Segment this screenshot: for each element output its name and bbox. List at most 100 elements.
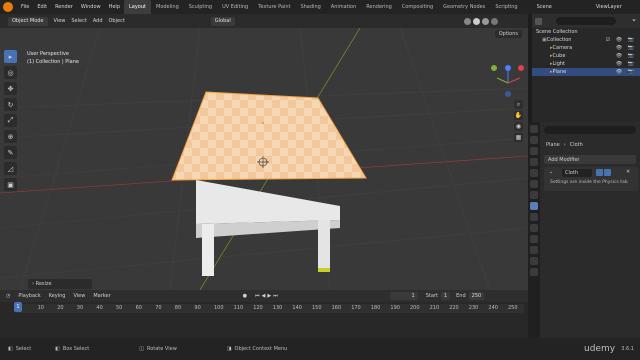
tab-sculpting[interactable]: Sculpting: [184, 0, 217, 14]
material-tab-icon[interactable]: [530, 257, 538, 265]
show-viewport-icon[interactable]: [596, 169, 603, 176]
move-tool-icon[interactable]: ✥: [4, 82, 17, 95]
display-mode-icon[interactable]: [535, 17, 542, 25]
visibility-icons[interactable]: 👁 📷: [616, 61, 636, 67]
view-menu-timeline[interactable]: View: [73, 293, 85, 299]
measure-tool-icon[interactable]: ◿: [4, 162, 17, 175]
scene-tab-icon[interactable]: [530, 169, 538, 177]
record-icon[interactable]: ●: [243, 293, 247, 299]
frame-ruler[interactable]: 1102030405060708090100110120130140150160…: [14, 304, 524, 313]
close-icon[interactable]: ✕: [626, 169, 630, 175]
tool-tab-icon[interactable]: [530, 125, 538, 133]
tab-shading[interactable]: Shading: [295, 0, 325, 14]
texture-tab-icon[interactable]: [530, 268, 538, 276]
material-shading-icon[interactable]: [482, 17, 489, 25]
menu-render[interactable]: Render: [51, 0, 77, 14]
tab-modeling[interactable]: Modeling: [151, 0, 184, 14]
transform-tool-icon[interactable]: ⊕: [4, 130, 17, 143]
frame-tick: 170: [351, 305, 361, 311]
tab-layout[interactable]: Layout: [124, 0, 151, 14]
marker-menu[interactable]: Marker: [93, 293, 110, 299]
tab-scripting[interactable]: Scripting: [490, 0, 522, 14]
playback-menu[interactable]: Playback: [18, 293, 40, 299]
render-tab-icon[interactable]: [530, 136, 538, 144]
menu-window[interactable]: Window: [77, 0, 105, 14]
rotate-tool-icon[interactable]: ↻: [4, 98, 17, 111]
orientation-dropdown[interactable]: Global: [210, 16, 235, 26]
end-frame-field[interactable]: 250: [468, 292, 485, 300]
view-layer-selector[interactable]: ViewLayer: [592, 0, 626, 14]
zoom-icon[interactable]: ⌕: [514, 100, 523, 109]
add-cube-tool-icon[interactable]: ▣: [4, 178, 17, 191]
object-menu[interactable]: Object: [109, 18, 125, 24]
frame-tick: 50: [116, 305, 123, 311]
wireframe-shading-icon[interactable]: [464, 17, 471, 25]
outliner-search[interactable]: [556, 17, 616, 25]
outliner-item-plane[interactable]: ▸ Plane 👁 📷: [532, 68, 640, 76]
tab-animation[interactable]: Animation: [326, 0, 362, 14]
particles-tab-icon[interactable]: [530, 213, 538, 221]
output-tab-icon[interactable]: [530, 147, 538, 155]
playhead[interactable]: 1: [14, 302, 22, 312]
pan-hand-icon[interactable]: ✋: [514, 111, 523, 120]
frame-tick: 120: [253, 305, 263, 311]
playback-controls[interactable]: ⏮◀▶⏭: [255, 293, 280, 299]
tab-texture-paint[interactable]: Texture Paint: [253, 0, 295, 14]
menu-edit[interactable]: Edit: [33, 0, 51, 14]
tab-rendering[interactable]: Rendering: [361, 0, 397, 14]
cursor-tool-icon[interactable]: ◎: [4, 66, 17, 79]
outliner-item-cube[interactable]: ▸ Cube 👁 📷: [532, 52, 640, 60]
camera-view-icon[interactable]: ◉: [514, 122, 523, 131]
select-menu[interactable]: Select: [71, 18, 86, 24]
properties-search[interactable]: [544, 126, 636, 134]
tab-geometry-nodes[interactable]: Geometry Nodes: [438, 0, 490, 14]
outliner-item-light[interactable]: ▸ Light 👁 📷: [532, 60, 640, 68]
blender-logo-icon[interactable]: [3, 2, 13, 12]
3d-viewport[interactable]: ▸ ◎ ✥ ↻ ⤢ ⊕ ✎ ◿ ▣ User Perspective (1) C…: [0, 28, 528, 290]
mode-dropdown[interactable]: Object Mode: [8, 16, 48, 26]
rendered-shading-icon[interactable]: [491, 17, 498, 25]
breadcrumb-object: Plane: [546, 142, 560, 148]
perspective-toggle-icon[interactable]: ▦: [514, 133, 523, 142]
add-modifier-button[interactable]: Add Modifier: [544, 155, 636, 164]
data-tab-icon[interactable]: [530, 246, 538, 254]
visibility-icons[interactable]: ☑ 👁 📷: [606, 37, 636, 43]
scene-selector[interactable]: Scene: [533, 0, 556, 14]
object-tab-icon[interactable]: [530, 191, 538, 199]
show-render-icon[interactable]: [604, 169, 611, 176]
collection-row[interactable]: ▣ Collection ☑ 👁 📷: [532, 36, 640, 44]
visibility-icons[interactable]: 👁 📷: [616, 69, 636, 75]
add-menu[interactable]: Add: [93, 18, 103, 24]
view-menu[interactable]: View: [54, 18, 66, 24]
scale-tool-icon[interactable]: ⤢: [4, 114, 17, 127]
menu-help[interactable]: Help: [105, 0, 124, 14]
select-tool-icon[interactable]: ▸: [4, 50, 17, 63]
solid-shading-icon[interactable]: [473, 17, 480, 25]
editor-type-icon[interactable]: ◷: [6, 293, 10, 299]
modifier-tab-icon[interactable]: [530, 202, 538, 210]
menu-file[interactable]: File: [17, 0, 33, 14]
world-tab-icon[interactable]: [530, 180, 538, 188]
version-label: 3.6.1: [621, 346, 634, 352]
tab-uv-editing[interactable]: UV Editing: [217, 0, 253, 14]
status-context: Object Context Menu: [234, 346, 288, 352]
frame-tick: 90: [194, 305, 201, 311]
modifier-name-field[interactable]: Cloth: [562, 169, 592, 177]
visibility-icons[interactable]: 👁 📷: [616, 45, 636, 51]
tab-compositing[interactable]: Compositing: [397, 0, 438, 14]
filter-icon[interactable]: ⏷: [632, 18, 636, 24]
current-frame-field[interactable]: 1: [389, 292, 418, 300]
expand-icon[interactable]: ⌄: [549, 169, 553, 175]
resize-panel[interactable]: › Resize: [28, 279, 92, 289]
keying-menu[interactable]: Keying: [49, 293, 66, 299]
options-dropdown[interactable]: Options: [494, 30, 522, 38]
scene-collection-row[interactable]: Scene Collection: [532, 28, 640, 36]
constraints-tab-icon[interactable]: [530, 235, 538, 243]
annotate-tool-icon[interactable]: ✎: [4, 146, 17, 159]
frame-tick: 110: [233, 305, 244, 311]
physics-tab-icon[interactable]: [530, 224, 538, 232]
view-layer-tab-icon[interactable]: [530, 158, 538, 166]
start-frame-field[interactable]: 1: [440, 292, 451, 300]
outliner-item-camera[interactable]: ▸ Camera 👁 📷: [532, 44, 640, 52]
visibility-icons[interactable]: 👁 📷: [616, 53, 636, 59]
